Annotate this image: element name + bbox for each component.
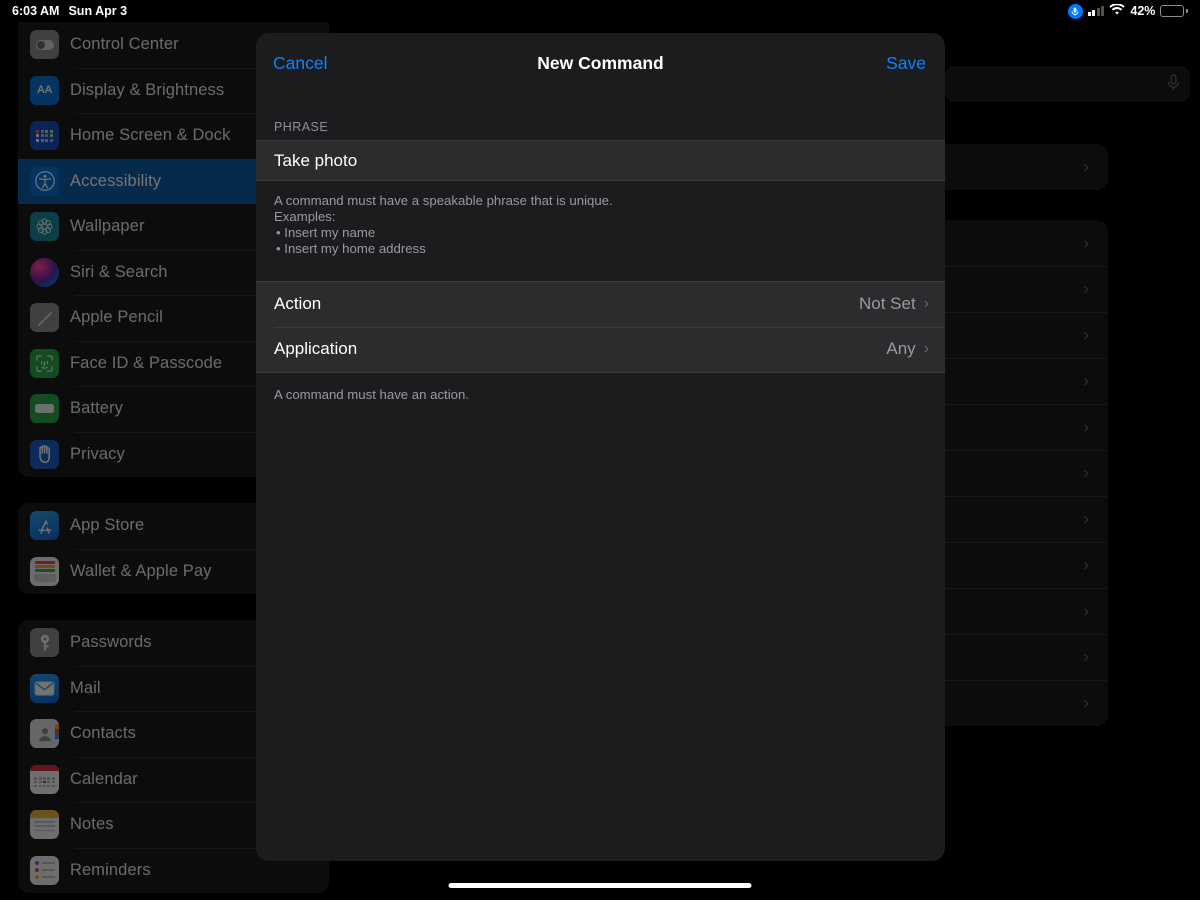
- microphone-icon[interactable]: [1167, 74, 1180, 97]
- action-row-value: Not Set: [858, 294, 916, 314]
- sidebar-item-label: Wallpaper: [70, 217, 145, 236]
- chevron-right-icon: ›: [1083, 417, 1089, 436]
- chevron-right-icon: ›: [1083, 233, 1089, 252]
- application-row-label: Application: [274, 339, 358, 359]
- chevron-right-icon: ›: [1083, 693, 1089, 712]
- phrase-input-row[interactable]: Take photo: [256, 140, 945, 181]
- sidebar-item-label: Battery: [70, 399, 123, 418]
- app-store-icon: [30, 511, 59, 541]
- sidebar-item-label: Control Center: [70, 35, 179, 54]
- save-button[interactable]: Save: [886, 53, 926, 74]
- sidebar-item-label: Display & Brightness: [70, 80, 225, 99]
- sidebar-item-label: Apple Pencil: [70, 308, 163, 327]
- calendar-icon: [30, 764, 59, 794]
- accessibility-icon: [30, 166, 59, 196]
- search-input[interactable]: [945, 66, 1190, 102]
- application-row-value: Any: [886, 339, 916, 359]
- modal-title: New Command: [537, 53, 664, 73]
- display-brightness-icon: AA: [30, 75, 59, 105]
- sidebar-item-label: Home Screen & Dock: [70, 126, 231, 145]
- reminders-icon: [30, 855, 59, 885]
- sidebar-item-label: Mail: [70, 678, 101, 697]
- chevron-right-icon: ›: [1083, 463, 1089, 482]
- chevron-right-icon: ›: [1083, 157, 1089, 176]
- mail-icon: [30, 673, 59, 703]
- phrase-footnote-line-1: A command must have a speakable phrase t…: [274, 193, 613, 208]
- apple-pencil-icon: [30, 303, 59, 333]
- phrase-section-header: PHRASE: [274, 120, 329, 134]
- sidebar-item-label: Calendar: [70, 769, 138, 788]
- phrase-example-2: • Insert my home address: [276, 241, 426, 256]
- action-row-label: Action: [274, 294, 322, 314]
- notes-icon: [30, 810, 59, 840]
- chevron-right-icon: ›: [1083, 279, 1089, 298]
- contacts-icon: [30, 719, 59, 749]
- home-screen-dock-icon: [30, 121, 59, 151]
- chevron-right-icon: ›: [1083, 325, 1089, 344]
- sidebar-item-label: Reminders: [70, 860, 151, 879]
- sidebar-item-label: Contacts: [70, 724, 136, 743]
- chevron-right-icon: ›: [1083, 601, 1089, 620]
- phrase-footnote-line-2: Examples:: [274, 209, 336, 224]
- sidebar-item-label: Wallet & Apple Pay: [70, 561, 212, 580]
- chevron-right-icon: ›: [1083, 371, 1089, 390]
- command-settings-group: Action Not Set › Application Any ›: [256, 281, 945, 373]
- phrase-input-value[interactable]: Take photo: [274, 151, 357, 171]
- modal-nav-bar: Cancel New Command Save: [256, 33, 945, 93]
- sidebar-item-label: Siri & Search: [70, 262, 168, 281]
- sidebar-item-label: Accessibility: [70, 171, 162, 190]
- wallet-icon: [30, 556, 59, 586]
- chevron-right-icon: ›: [923, 340, 929, 358]
- sidebar-item-label: App Store: [70, 516, 145, 535]
- face-id-icon: [30, 348, 59, 378]
- chevron-right-icon: ›: [1083, 647, 1089, 666]
- home-indicator: [448, 882, 752, 888]
- battery-icon: [30, 394, 59, 424]
- wallpaper-icon: [30, 212, 59, 242]
- siri-icon: [30, 257, 59, 287]
- sidebar-item-label: Notes: [70, 815, 114, 834]
- sidebar-item-label: Privacy: [70, 444, 125, 463]
- new-command-modal: Cancel New Command Save PHRASE Take phot…: [256, 33, 945, 861]
- privacy-icon: [30, 439, 59, 469]
- passwords-key-icon: [30, 628, 59, 658]
- sidebar-item-label: Passwords: [70, 633, 152, 652]
- sidebar-item-label: Face ID & Passcode: [70, 353, 223, 372]
- chevron-right-icon: ›: [923, 295, 929, 313]
- phrase-example-1: • Insert my name: [276, 225, 376, 240]
- chevron-right-icon: ›: [1083, 509, 1089, 528]
- action-footnote: A command must have an action.: [274, 387, 469, 402]
- phrase-footnote: A command must have a speakable phrase t…: [256, 181, 945, 257]
- control-center-icon: [30, 30, 59, 60]
- application-row[interactable]: Application Any ›: [256, 326, 945, 372]
- action-row[interactable]: Action Not Set ›: [256, 281, 945, 327]
- chevron-right-icon: ›: [1083, 555, 1089, 574]
